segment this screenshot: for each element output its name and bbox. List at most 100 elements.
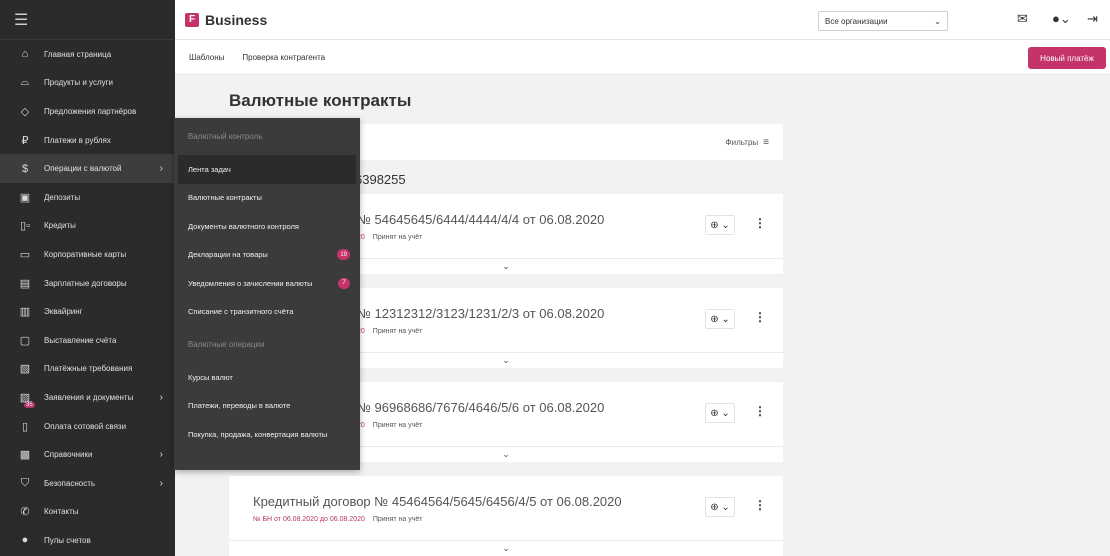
contract-ref[interactable]: № БН от 06.08.2020 до 06.08.2020 [253, 516, 365, 523]
add-button[interactable]: ⊕ ⌄ [705, 215, 735, 235]
sidebar-item-security[interactable]: ⛉ Безопасность › [0, 469, 175, 498]
sidebar-item-account-pools[interactable]: ● Пулы счетов [0, 526, 175, 555]
menu-item-currency-conversion[interactable]: Покупка, продажа, конвертация валюты [174, 420, 360, 449]
sidebar-nav: ⌂ Главная страница ⌓ Продукты и услуги ◇ Пр… [0, 40, 175, 555]
more-icon[interactable]: ⋮ [754, 404, 766, 418]
menu-group-title: Валютные операции [188, 340, 265, 349]
chevron-right-icon: › [159, 449, 163, 461]
sidebar-item-deposits[interactable]: ▣ Депозиты [0, 183, 175, 212]
menu-item-transit-writeoff[interactable]: Списание с транзитного счёта [174, 298, 360, 327]
add-button[interactable]: ⊕ ⌄ [705, 403, 735, 423]
sidebar-item-partners[interactable]: ◇ Предложения партнёров [0, 97, 175, 126]
book-icon: ▩ [19, 449, 31, 462]
crumb-templates[interactable]: Шаблоны [189, 53, 224, 62]
sidebar-item-acquiring[interactable]: ▥ Эквайринг [0, 297, 175, 326]
sidebar-item-label: Справочники [44, 450, 93, 460]
contract-subtitle: 20 Принят на учёт [357, 234, 422, 241]
top-bar: F Business Все организации ⌄ ✉ ●⌄ ⇥ [175, 0, 1110, 40]
sidebar-item-label: Контакты [44, 507, 79, 517]
deposit-icon: ▣ [19, 191, 31, 204]
more-icon[interactable]: ⋮ [754, 216, 766, 230]
filters-button[interactable]: Фильтры [726, 138, 759, 147]
sidebar-item-label: Пулы счетов [44, 535, 91, 545]
more-icon[interactable]: ⋮ [754, 310, 766, 324]
document-icon: ▧ [19, 363, 31, 376]
card-icon: ▭ [19, 248, 31, 261]
sidebar-item-label: Главная страница [44, 49, 112, 59]
menu-item-label: Валютные контракты [188, 193, 262, 203]
contract-subtitle: 20 Принят на учёт [357, 422, 422, 429]
user-icon[interactable]: ●⌄ [1052, 11, 1071, 27]
sidebar-item-directories[interactable]: ▩ Справочники › [0, 440, 175, 469]
hamburger-menu-icon[interactable]: ☰ [14, 10, 28, 30]
menu-item-goods-declarations[interactable]: Декларации на товары 19 [174, 241, 360, 270]
sidebar-item-label: Безопасность [44, 478, 96, 488]
logout-icon[interactable]: ⇥ [1087, 11, 1098, 27]
sidebar-item-mobile[interactable]: ▯ Оплата сотовой связи [0, 412, 175, 441]
sidebar-item-payment-requests[interactable]: ▧ Платёжные требования [0, 355, 175, 384]
new-payment-button[interactable]: Новый платёж [1028, 47, 1106, 69]
breadcrumb: Шаблоны Проверка контрагента [175, 40, 1110, 75]
sidebar-item-currency-ops[interactable]: $ Операции с валютой › [0, 154, 175, 183]
menu-item-label: Лента задач [188, 164, 231, 174]
expand-chevron-icon[interactable]: ⌄ [229, 540, 783, 556]
phone-handset-icon: ✆ [20, 506, 30, 519]
sidebar-item-label: Операции с валютой [44, 164, 122, 174]
crumb-counterparty-check[interactable]: Проверка контрагента [242, 53, 325, 62]
phone-icon: ▯ [21, 420, 29, 433]
status-text: Принят на учёт [372, 328, 423, 335]
sidebar-item-label: Платежи в рублях [44, 135, 111, 145]
documents-icon: ▨ 35 [18, 391, 35, 408]
currency-ops-flyout-menu: Валютный контроль Лента задач Валютные к… [174, 118, 360, 470]
sidebar-item-home[interactable]: ⌂ Главная страница [0, 40, 175, 69]
sidebar-item-label: Выставление счёта [44, 335, 117, 345]
contract-subtitle: 20 Принят на учёт [357, 328, 422, 335]
logo-text: Business [205, 11, 268, 28]
menu-item-label: Декларации на товары [188, 250, 268, 260]
sidebar-item-label: Кредиты [44, 221, 76, 231]
contract-title: № 12312312/3123/1231/2/3 от 06.08.2020 [357, 306, 605, 321]
sidebar-item-contacts[interactable]: ✆ Контакты [0, 498, 175, 527]
ruble-icon: ₽ [21, 134, 29, 147]
contract-title: № 96968686/7676/4646/5/6 от 06.08.2020 [357, 400, 605, 415]
menu-item-credit-notices[interactable]: Уведомления о зачислении валюты 7 [174, 269, 360, 298]
menu-item-label: Уведомления о зачислении валюты [188, 278, 313, 288]
sidebar-item-applications[interactable]: ▨ 35 Заявления и документы › [0, 383, 175, 412]
sidebar-item-label: Продукты и услуги [44, 78, 114, 88]
sidebar-item-products[interactable]: ⌓ Продукты и услуги [0, 69, 175, 98]
contract-subtitle: № БН от 06.08.2020 до 06.08.2020 Принят н… [253, 516, 422, 523]
organization-select[interactable]: Все организации ⌄ [818, 11, 948, 31]
status-text: Принят на учёт [372, 422, 423, 429]
add-button[interactable]: ⊕ ⌄ [705, 309, 735, 329]
logo[interactable]: F Business [185, 12, 267, 28]
sidebar-item-invoicing[interactable]: ▢ Выставление счёта [0, 326, 175, 355]
menu-item-currency-contracts[interactable]: Валютные контракты [174, 184, 360, 213]
sidebar-item-rub-payments[interactable]: ₽ Платежи в рублях [0, 126, 175, 155]
more-icon[interactable]: ⋮ [754, 498, 766, 512]
sidebar-item-credits[interactable]: ▯▫ Кредиты [0, 212, 175, 241]
shield-icon: ⛉ [20, 476, 30, 489]
home-icon: ⌂ [21, 48, 29, 61]
filter-icon[interactable]: ≡ [763, 137, 769, 148]
chevron-right-icon: › [159, 477, 163, 489]
contract-card[interactable]: Кредитный договор № 45464564/5645/6456/4… [229, 476, 783, 556]
sidebar-item-salary[interactable]: ▤ Зарплатные договоры [0, 269, 175, 298]
menu-item-label: Платежи, переводы в валюте [188, 401, 291, 411]
mail-icon[interactable]: ✉ [1017, 11, 1028, 27]
menu-item-task-feed[interactable]: Лента задач [178, 155, 356, 184]
sidebar-item-label: Корпоративные карты [44, 249, 127, 259]
menu-item-label: Курсы валют [188, 372, 233, 382]
count-badge: 7 [338, 277, 350, 289]
sidebar-item-corp-cards[interactable]: ▭ Корпоративные карты [0, 240, 175, 269]
menu-item-control-documents[interactable]: Документы валютного контроля [174, 212, 360, 241]
sidebar-item-label: Зарплатные договоры [44, 278, 127, 288]
sidebar-item-label: Заявления и документы [44, 392, 134, 402]
page-title: Валютные контракты [229, 91, 412, 110]
menu-item-currency-payments[interactable]: Платежи, переводы в валюте [174, 392, 360, 421]
menu-item-label: Документы валютного контроля [188, 221, 299, 231]
add-button[interactable]: ⊕ ⌄ [705, 497, 735, 517]
sidebar-item-label: Платёжные требования [44, 364, 133, 374]
menu-item-exchange-rates[interactable]: Курсы валют [174, 363, 360, 392]
sidebar-item-label: Оплата сотовой связи [44, 421, 127, 431]
chevron-right-icon: › [159, 163, 163, 175]
